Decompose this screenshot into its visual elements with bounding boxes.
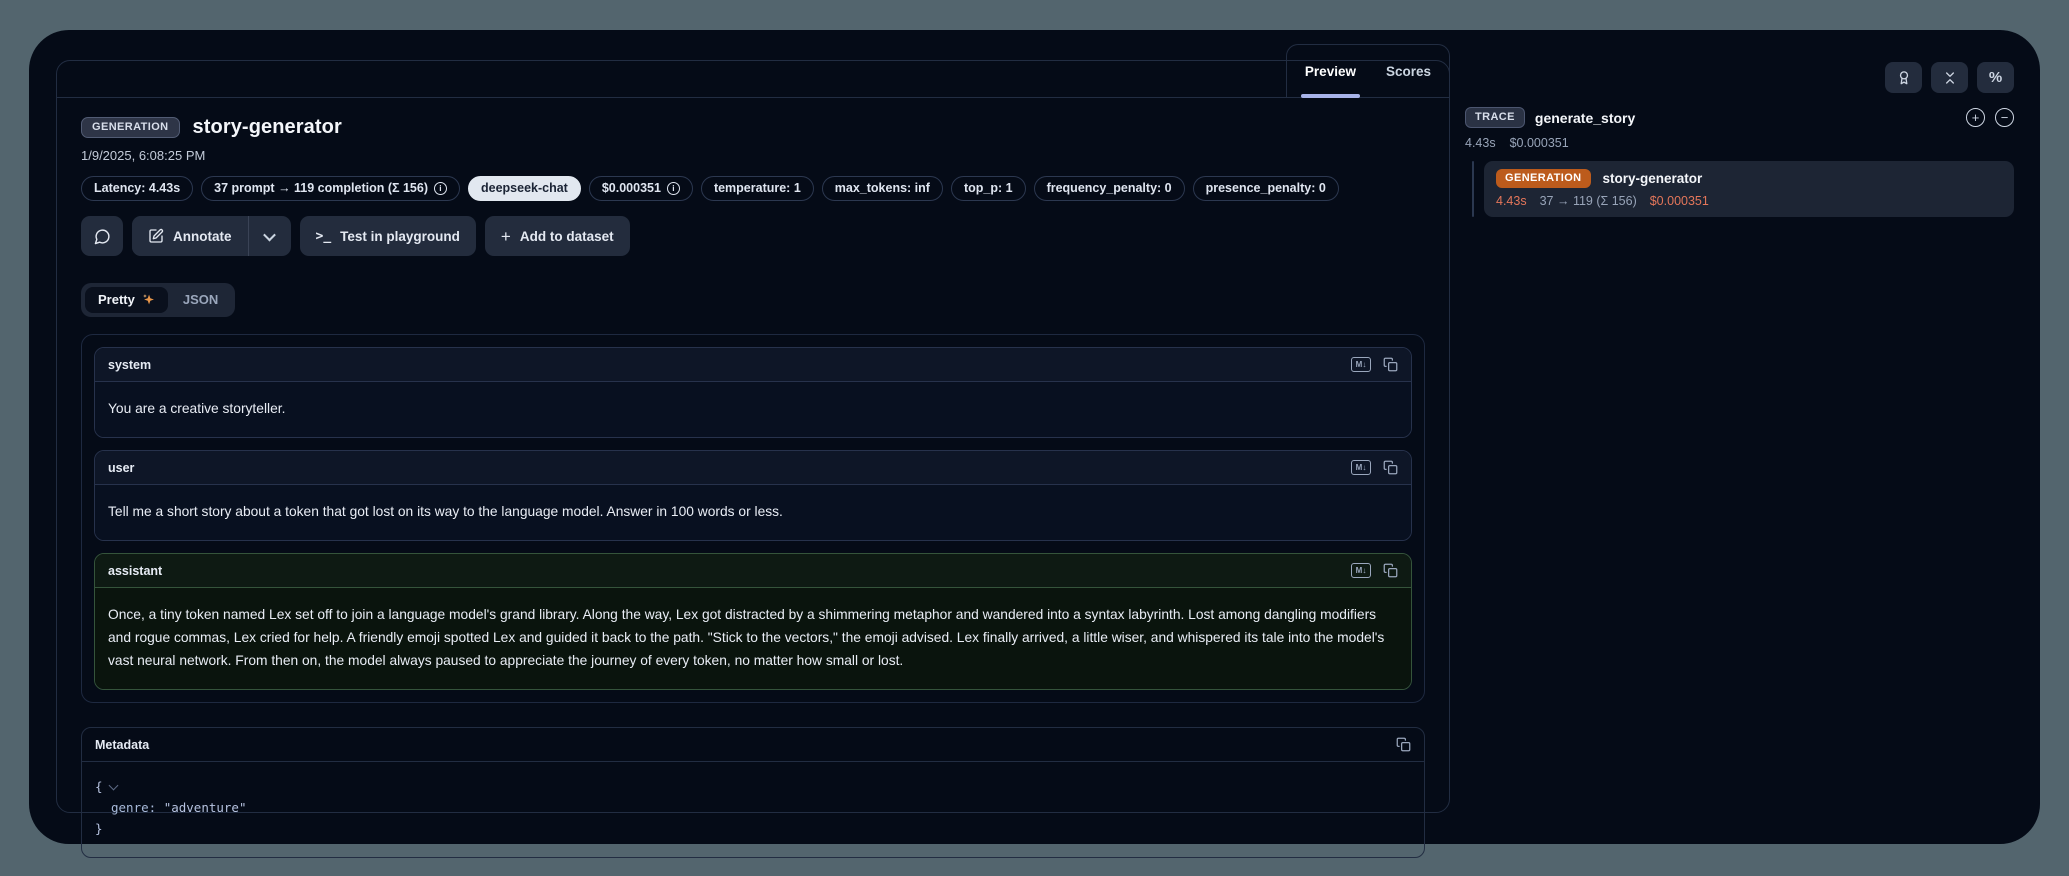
toggle-metrics-button[interactable]: % xyxy=(1977,62,2014,93)
chevron-down-icon xyxy=(263,228,276,241)
messages-container: system M↓ You are a creative storyteller… xyxy=(81,334,1425,703)
trace-tree: GENERATION story-generator 4.43s 37 → 11… xyxy=(1465,161,2014,217)
json-key: genre: xyxy=(111,800,156,815)
sparkle-icon xyxy=(142,293,155,306)
generation-node-metrics: 4.43s 37 → 119 (Σ 156) $0.000351 xyxy=(1496,194,2002,208)
model-badge[interactable]: deepseek-chat xyxy=(468,176,581,201)
tree-indent-line xyxy=(1472,161,1474,217)
message-content: Tell me a short story about a token that… xyxy=(95,485,1411,540)
markdown-toggle-icon[interactable]: M↓ xyxy=(1351,563,1371,578)
plus-circle-icon: + xyxy=(1972,111,1980,124)
copy-icon[interactable] xyxy=(1396,737,1411,752)
info-icon[interactable]: i xyxy=(667,182,680,195)
markdown-toggle-icon[interactable]: M↓ xyxy=(1351,357,1371,372)
markdown-toggle-icon[interactable]: M↓ xyxy=(1351,460,1371,475)
toggle-json[interactable]: JSON xyxy=(170,287,231,313)
user-message-card: user M↓ Tell me a short story about a to… xyxy=(94,450,1412,541)
trace-tree-sidebar: % TRACE generate_story + − 4.43s $0.0003… xyxy=(1465,62,2014,217)
timestamp: 1/9/2025, 6:08:25 PM xyxy=(81,148,1425,163)
tab-scores[interactable]: Scores xyxy=(1386,45,1431,98)
minus-circle-icon: − xyxy=(2001,111,2009,124)
json-value: "adventure" xyxy=(164,800,247,815)
copy-icon[interactable] xyxy=(1383,460,1398,475)
temperature-badge: temperature: 1 xyxy=(701,176,814,201)
pencil-square-icon xyxy=(148,228,164,244)
assistant-message-card: assistant M↓ Once, a tiny token named Le… xyxy=(94,553,1412,690)
copy-icon[interactable] xyxy=(1383,357,1398,372)
annotate-split-button: Annotate xyxy=(132,216,291,256)
annotation-queue-button[interactable] xyxy=(1885,62,1922,93)
max-tokens-badge: max_tokens: inf xyxy=(822,176,943,201)
node-latency: 4.43s xyxy=(1496,194,1527,208)
generation-node-card[interactable]: GENERATION story-generator 4.43s 37 → 11… xyxy=(1484,161,2014,217)
message-role-label: user xyxy=(108,461,134,475)
comment-button[interactable] xyxy=(81,216,123,256)
tab-preview[interactable]: Preview xyxy=(1305,45,1356,98)
trace-root-row[interactable]: TRACE generate_story + − xyxy=(1465,107,2014,128)
generation-type-badge: GENERATION xyxy=(1496,169,1591,188)
panel-content: GENERATION story-generator 1/9/2025, 6:0… xyxy=(57,98,1449,858)
view-mode-toggle: Pretty JSON xyxy=(81,283,235,317)
toggle-pretty[interactable]: Pretty xyxy=(85,287,168,313)
info-icon[interactable]: i xyxy=(434,182,447,195)
collapse-all-button[interactable]: − xyxy=(1995,108,2014,127)
system-message-card: system M↓ You are a creative storyteller… xyxy=(94,347,1412,438)
metadata-card: Metadata { genre: "adventure" } xyxy=(81,727,1425,858)
observation-panel: Preview Scores GENERATION story-generato… xyxy=(56,60,1450,813)
trace-metrics: 4.43s $0.000351 xyxy=(1465,136,2014,150)
trace-type-badge: TRACE xyxy=(1465,107,1525,128)
top-p-badge: top_p: 1 xyxy=(951,176,1026,201)
observation-type-badge: GENERATION xyxy=(81,117,180,138)
sidebar-toolbar: % xyxy=(1465,62,2014,93)
frequency-penalty-badge: frequency_penalty: 0 xyxy=(1034,176,1185,201)
metrics-pill-row: Latency: 4.43s 37 prompt → 119 completio… xyxy=(81,176,1425,201)
message-role-label: assistant xyxy=(108,564,162,578)
terminal-icon: >_ xyxy=(316,229,332,244)
annotate-button[interactable]: Annotate xyxy=(132,216,248,256)
token-usage-badge: 37 prompt → 119 completion (Σ 156) i xyxy=(201,176,460,201)
metadata-json: { genre: "adventure" } xyxy=(82,762,1424,857)
trace-name: generate_story xyxy=(1535,110,1635,126)
percent-icon: % xyxy=(1989,69,2002,86)
page-title: story-generator xyxy=(193,116,342,139)
award-ribbon-icon xyxy=(1896,70,1912,86)
app-window: Preview Scores GENERATION story-generato… xyxy=(29,30,2040,844)
metadata-title: Metadata xyxy=(95,738,149,752)
copy-icon[interactable] xyxy=(1383,563,1398,578)
plus-icon: + xyxy=(501,228,511,245)
latency-badge: Latency: 4.43s xyxy=(81,176,193,201)
speech-bubble-icon xyxy=(94,228,111,245)
collapse-json-icon[interactable] xyxy=(108,781,118,791)
annotate-dropdown-button[interactable] xyxy=(249,216,291,256)
cost-badge: $0.000351 i xyxy=(589,176,693,201)
message-role-label: system xyxy=(108,358,151,372)
actions-row: Annotate >_ Test in playground + Add to … xyxy=(81,216,1425,256)
collapse-vertical-button[interactable] xyxy=(1931,62,1968,93)
node-cost: $0.000351 xyxy=(1650,194,1709,208)
presence-penalty-badge: presence_penalty: 0 xyxy=(1193,176,1339,201)
expand-all-button[interactable]: + xyxy=(1966,108,1985,127)
trace-cost: $0.000351 xyxy=(1510,136,1569,150)
collapse-vertical-icon xyxy=(1942,70,1958,86)
add-to-dataset-button[interactable]: + Add to dataset xyxy=(485,216,630,256)
panel-header: Preview Scores xyxy=(57,61,1449,98)
message-content: You are a creative storyteller. xyxy=(95,382,1411,437)
node-tokens: 37 → 119 (Σ 156) xyxy=(1540,194,1637,208)
message-content: Once, a tiny token named Lex set off to … xyxy=(95,588,1411,689)
preview-scores-tabs: Preview Scores xyxy=(1286,44,1450,98)
generation-node-name: story-generator xyxy=(1603,171,1703,186)
trace-latency: 4.43s xyxy=(1465,136,1496,150)
test-in-playground-button[interactable]: >_ Test in playground xyxy=(300,216,476,256)
